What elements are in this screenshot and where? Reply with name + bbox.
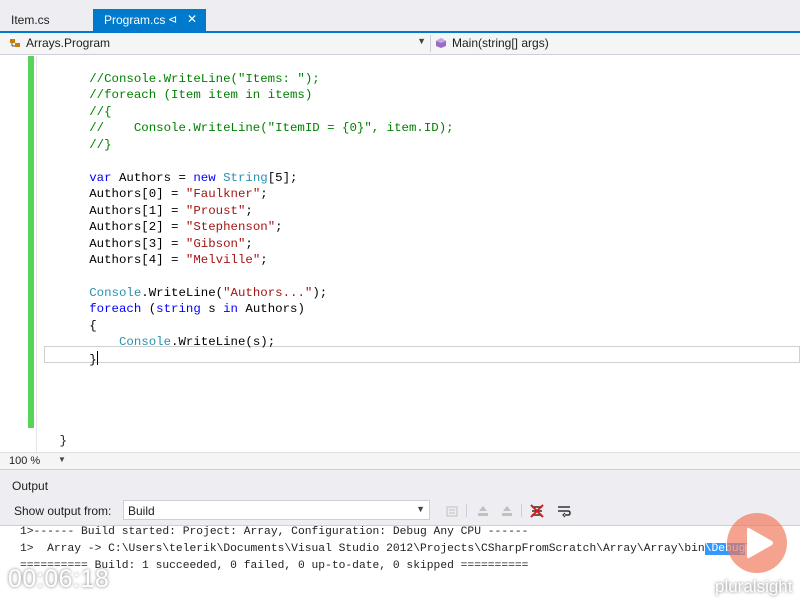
code-line: foreach (string s in Authors) [89,302,305,317]
play-icon [747,527,773,559]
text-caret [96,350,98,365]
code-line: } [0,433,67,448]
code-line: Authors[2] = "Stephenson"; [89,220,283,235]
code-line: Authors[0] = "Faulkner"; [89,187,268,202]
output-line: 1>------ Build started: Project: Array, … [20,526,529,538]
output-panel: Output Show output from: Build ▼ 1>-----… [0,469,800,600]
show-output-from-label: Show output from: [14,504,112,518]
comment-text: //Console.WriteLine("Items: "); [0,72,320,86]
zoom-level-value: 100 % [9,455,41,467]
pin-icon[interactable]: ⊲ [168,13,177,26]
type-selector-value: Arrays.Program [26,36,111,50]
code-line: Authors[4] = "Melville"; [89,252,268,267]
output-text-area[interactable]: 1>------ Build started: Project: Array, … [0,525,800,600]
output-panel-title: Output [12,479,49,493]
type-selector-dropdown[interactable]: Arrays.Program ▼ [6,34,430,53]
output-source-value: Build [128,504,155,518]
word-wrap-icon[interactable] [556,503,572,519]
tab-label: Program.cs [104,13,166,27]
code-line: Authors[1] = "Proust"; [89,203,253,218]
comment-text: //foreach (Item item in items) [0,88,313,103]
code-line: { [89,318,97,333]
method-icon [436,38,446,48]
code-line-current: } [89,350,98,367]
previous-message-icon[interactable] [475,503,491,519]
comment-text: // Console.WriteLine("ItemID = {0}", ite… [0,121,454,136]
tab-program-cs[interactable]: Program.cs ⊲ ✕ [93,9,206,33]
code-line: // Console.WriteLine("ItemID = {0}", ite… [0,120,454,136]
video-timestamp: 00:06:18 [8,565,110,593]
play-button[interactable] [727,513,787,573]
member-selector-value: Main(string[] args) [452,36,549,50]
chevron-down-icon: ▼ [417,36,426,46]
code-line: //} [0,137,112,153]
member-selector-dropdown[interactable]: Main(string[] args) [432,34,800,53]
code-line: var Authors = new String[5]; [89,170,298,185]
code-line: Console.WriteLine(s); [118,335,276,350]
pluralsight-logo: pluralsight [715,577,793,596]
class-icon [10,39,20,47]
code-line: Authors[3] = "Gibson"; [89,236,253,251]
toolbar-divider [466,504,467,517]
navbar-divider [430,35,431,52]
comment-text: //{ [0,104,112,119]
close-icon[interactable]: ✕ [187,12,197,26]
toolbar-divider [521,504,522,517]
editor-status-strip: 100 % ▼ [0,452,800,469]
code-line: //Console.WriteLine("Items: "); [0,71,320,87]
output-source-dropdown[interactable]: Build ▼ [123,500,430,520]
chevron-down-icon: ▼ [416,504,425,514]
output-text: 1> Array -> C:\Users\telerik\Documents\V… [20,543,705,555]
tab-label: Item.cs [11,13,50,27]
chevron-down-icon[interactable]: ▼ [58,455,66,464]
tab-item-cs[interactable]: Item.cs [0,9,93,33]
next-message-icon[interactable] [499,503,515,519]
clear-all-icon[interactable] [529,503,545,519]
code-line: Console.WriteLine("Authors..."); [89,285,328,300]
output-line: 1> Array -> C:\Users\telerik\Documents\V… [20,543,759,555]
code-line: //{ [0,104,112,120]
output-toolbar: Show output from: Build ▼ [0,497,800,523]
goto-location-icon[interactable] [444,503,460,519]
comment-text: //} [0,137,112,152]
code-editor[interactable]: //Console.WriteLine("Items: "); //foreac… [0,56,800,452]
navigation-bar: Arrays.Program ▼ Main(string[] args) [0,33,800,55]
zoom-level-combo[interactable]: 100 % [6,454,66,469]
code-line: //foreach (Item item in items) [0,87,312,103]
document-tab-strip: Item.cs Program.cs ⊲ ✕ [0,0,800,33]
